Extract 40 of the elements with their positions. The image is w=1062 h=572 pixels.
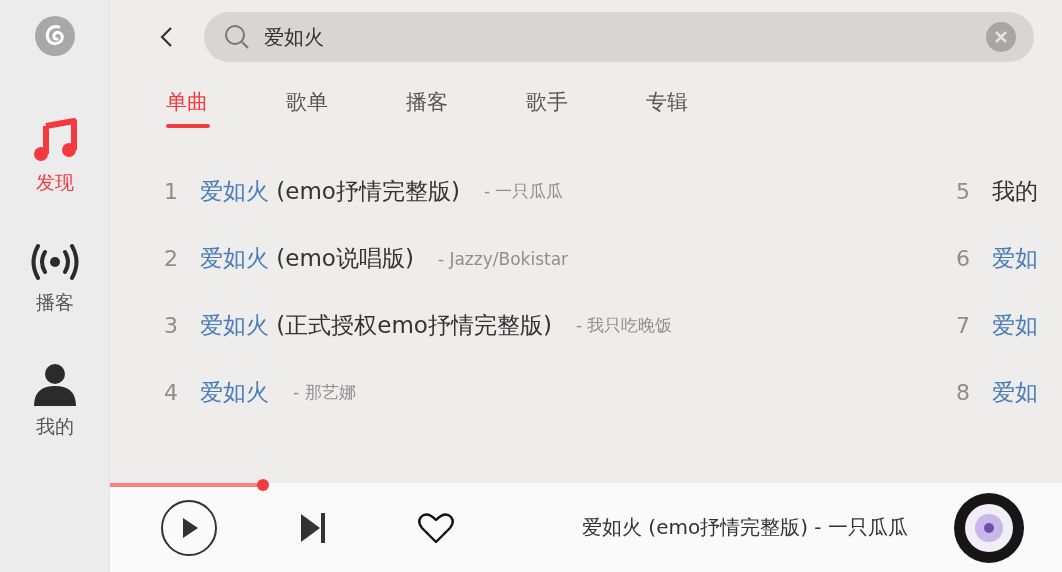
tab[interactable]: 歌单 [286,88,406,158]
now-playing-title: 爱如火 (emo抒情完整版) - 一只瓜瓜 [582,514,908,541]
music-note-icon [31,116,78,162]
song-number: 6 [955,246,971,271]
sidebar-item[interactable]: 我的 [32,362,77,440]
song-title[interactable]: 爱如火 [200,377,269,408]
song-number: 4 [163,380,179,405]
song-title[interactable]: 爱如 [992,377,1038,408]
search-field[interactable]: 爱如火 [204,12,1034,62]
song-title[interactable]: 爱如 [992,243,1038,274]
progress-handle[interactable] [257,479,270,491]
song-number: 1 [163,179,179,204]
song-title[interactable]: 爱如火 (正式授权emo抒情完整版) [200,310,552,341]
person-icon [32,362,77,406]
song-number: 8 [955,380,971,405]
sidebar-item[interactable]: 播客 [29,242,80,316]
song-title[interactable]: 爱如火 (emo抒情完整版) [200,176,460,207]
song-artist: - 一只瓜瓜 [483,180,564,203]
song-title[interactable]: 爱如 [992,310,1038,341]
song-artist: - 那艺娜 [293,381,356,404]
song-artist: - 我只吃晚饭 [575,314,673,337]
chevron-left-icon [159,26,173,48]
tab[interactable]: 专辑 [646,88,766,158]
next-button[interactable] [300,512,326,543]
song-artist: - Jazzy/Bokistar [437,248,569,269]
logo-icon [34,16,75,56]
close-icon [994,30,1008,44]
like-button[interactable] [418,511,454,544]
play-button[interactable] [160,498,218,557]
song-number: 2 [163,246,179,271]
broadcast-icon [29,242,80,282]
tab[interactable]: 播客 [406,88,526,158]
song-number: 7 [955,313,971,338]
song-number: 3 [163,313,179,338]
search-input[interactable]: 爱如火 [262,24,974,50]
song-title[interactable]: 爱如火 (emo说唱版) [200,243,414,274]
song-title[interactable]: 我的 [992,176,1038,207]
search-icon [224,24,250,50]
song-number: 5 [955,179,971,204]
tab[interactable]: 歌手 [526,88,646,158]
